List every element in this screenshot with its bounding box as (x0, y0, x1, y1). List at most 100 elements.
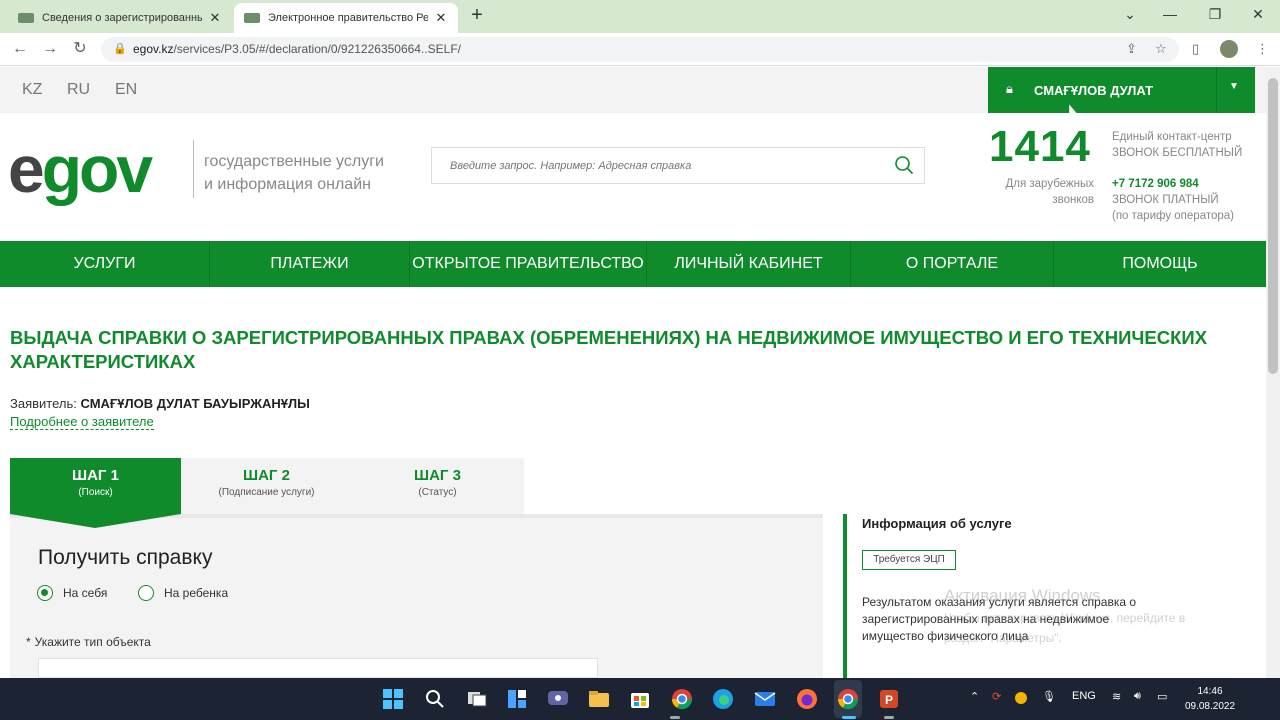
site-tagline: государственные услуги и информация онла… (204, 153, 384, 193)
file-explorer-icon[interactable] (587, 687, 611, 711)
main-navigation: УСЛУГИ ПЛАТЕЖИ ОТКРЫТОЕ ПРАВИТЕЛЬСТВО ЛИ… (0, 241, 1280, 287)
scrollbar-thumb[interactable] (1268, 78, 1278, 374)
chrome-icon[interactable] (836, 687, 860, 711)
profile-avatar[interactable] (1220, 40, 1238, 58)
applicant-info: Заявитель: СМАҒҰЛОВ ДУЛАТ БАУЫРЖАНҰЛЫ (10, 396, 310, 411)
browser-tab-2[interactable]: Электронное правительство Республики Каз… (234, 3, 458, 33)
applicant-details-link[interactable]: Подробнее о заявителе (10, 414, 154, 430)
object-type-label: * Укажите тип объекта (26, 635, 151, 649)
contact-center-label: Единый контакт-центр ЗВОНОК БЕСПЛАТНЫЙ (1112, 131, 1243, 159)
lang-en[interactable]: EN (115, 81, 137, 99)
egov-favicon-icon (18, 13, 34, 23)
address-bar[interactable]: 🔒 egov.kz/services/P3.05/#/declaration/0… (101, 37, 1179, 62)
nav-about-portal[interactable]: О ПОРТАЛЕ (851, 241, 1054, 287)
chevron-down-icon[interactable]: ▼ (1229, 81, 1239, 92)
lock-icon: 🔒 (113, 43, 127, 55)
radio-child-label[interactable]: На ребенка (164, 586, 228, 600)
page-title: ВЫДАЧА СПРАВКИ О ЗАРЕГИСТРИРОВАННЫХ ПРАВ… (10, 327, 1208, 372)
microphone-icon[interactable]: 🎙︎ (1042, 690, 1056, 703)
clock-date: 09.08.2022 (1184, 701, 1236, 712)
user-name: СМАҒҰЛОВ ДУЛАТ (1034, 83, 1154, 98)
nav-open-government[interactable]: ОТКРЫТОЕ ПРАВИТЕЛЬСТВО (410, 241, 647, 287)
lang-ru[interactable]: RU (67, 81, 90, 99)
url-host: egov.kz (133, 42, 174, 56)
mail-icon[interactable] (753, 687, 777, 711)
powerpoint-icon[interactable]: P (877, 687, 901, 711)
step-3[interactable]: ШАГ 3 (Статус) (352, 458, 523, 514)
menu-dots-icon[interactable]: ⋮ (1256, 41, 1269, 57)
restore-button[interactable]: ❐ (1205, 6, 1225, 23)
nav-payments[interactable]: ПЛАТЕЖИ (210, 241, 410, 287)
forward-icon[interactable]: → (40, 39, 60, 59)
foreign-calls-label: Для зарубежных звонков (1005, 178, 1094, 206)
edge-icon[interactable] (711, 687, 735, 711)
task-view-icon[interactable] (465, 687, 489, 711)
browser-toolbar: ← → ↻ 🔒 egov.kz/services/P3.05/#/declara… (0, 33, 1280, 66)
radio-self-label[interactable]: На себя (63, 586, 107, 600)
egov-logo[interactable]: egov (8, 136, 153, 202)
battery-icon[interactable]: ▭ (1157, 690, 1167, 703)
form-title: Получить справку (38, 546, 213, 569)
step-tabs: ШАГ 1 (Поиск) ШАГ 2 (Подписание услуги) … (10, 458, 524, 514)
egov-favicon-icon (244, 13, 260, 23)
form-panel (10, 518, 823, 678)
paid-phone-number[interactable]: +7 7172 906 984 (1112, 176, 1234, 192)
active-step-arrow (10, 514, 181, 528)
system-clock[interactable]: 14:46 09.08.2022 (1180, 684, 1240, 714)
reload-icon[interactable]: ↻ (70, 39, 90, 59)
running-indicator (670, 716, 680, 719)
user-lock-icon: 🔒︎ (1006, 81, 1013, 96)
running-indicator (842, 716, 856, 719)
object-type-select[interactable] (38, 658, 598, 678)
nav-personal-cabinet[interactable]: ЛИЧНЫЙ КАБИНЕТ (647, 241, 851, 287)
radio-self[interactable] (37, 585, 53, 601)
widgets-icon[interactable] (505, 687, 529, 711)
browser-tab-strip: Сведения о зарегистрированных правах ✕ Э… (0, 0, 1280, 33)
chrome-icon[interactable] (670, 687, 694, 711)
bookmark-star-icon[interactable]: ☆ (1155, 41, 1167, 57)
site-search (431, 147, 925, 184)
step-2[interactable]: ШАГ 2 (Подписание услуги) (181, 458, 352, 514)
windows-activation-watermark: Активация Windows (944, 586, 1101, 605)
store-icon[interactable] (628, 687, 652, 711)
tab-search-icon[interactable]: ⌄ (1120, 6, 1140, 23)
user-menu-divider (1216, 67, 1217, 113)
browser-tab-1[interactable]: Сведения о зарегистрированных правах ✕ (8, 3, 232, 33)
info-accent-bar (843, 514, 847, 678)
share-icon[interactable]: ⇪ (1126, 41, 1137, 57)
wifi-icon[interactable]: ≋ (1112, 690, 1121, 703)
tray-app-icon[interactable] (1015, 692, 1027, 704)
user-menu-button[interactable]: 🔒︎ СМАҒҰЛОВ ДУЛАТ ▼ (988, 67, 1255, 113)
side-panel-icon[interactable]: ▯ (1192, 41, 1199, 57)
nav-help[interactable]: ПОМОЩЬ (1054, 241, 1266, 287)
chat-icon[interactable] (546, 687, 570, 711)
service-info-title: Информация об услуге (862, 516, 1012, 531)
paid-phone-info: +7 7172 906 984 ЗВОНОК ПЛАТНЫЙ (по тариф… (1112, 176, 1234, 222)
eds-required-badge: Требуется ЭЦП (862, 550, 956, 570)
close-tab-icon[interactable]: ✕ (208, 10, 222, 26)
tray-app-icon[interactable]: ⟳ (992, 690, 1001, 703)
input-language[interactable]: ENG (1072, 690, 1096, 702)
clock-time: 14:46 (1197, 686, 1223, 697)
svg-text:P: P (885, 693, 893, 707)
tab-title: Электронное правительство Республики Каз… (268, 12, 428, 24)
close-window-button[interactable]: ✕ (1248, 6, 1268, 23)
lang-kz[interactable]: KZ (22, 81, 42, 99)
firefox-icon[interactable] (795, 687, 819, 711)
running-indicator (884, 716, 894, 719)
search-input[interactable] (432, 148, 892, 183)
nav-services[interactable]: УСЛУГИ (0, 241, 210, 287)
close-tab-icon[interactable]: ✕ (434, 10, 448, 26)
minimize-button[interactable]: — (1160, 6, 1180, 22)
tab-title: Сведения о зарегистрированных правах (42, 12, 202, 24)
new-tab-button[interactable]: + (466, 5, 488, 27)
search-icon[interactable] (894, 155, 914, 175)
tray-overflow-icon[interactable]: ⌃ (970, 690, 979, 703)
step-1[interactable]: ШАГ 1 (Поиск) (10, 458, 181, 514)
logo-divider (193, 140, 194, 198)
radio-child[interactable] (138, 585, 154, 601)
back-icon[interactable]: ← (10, 39, 30, 59)
search-icon[interactable] (423, 687, 447, 711)
windows-start-icon[interactable] (381, 687, 405, 711)
volume-icon[interactable]: 🔊︎ (1134, 690, 1141, 703)
